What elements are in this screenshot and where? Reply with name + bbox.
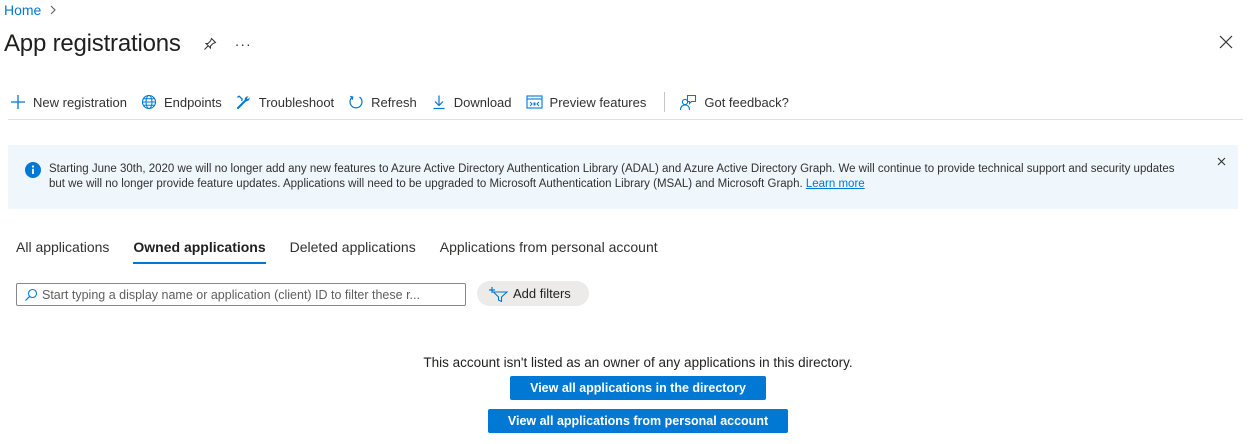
add-filters-label: Add filters	[513, 286, 571, 301]
command-bar: New registration Endpoints Troubleshoot …	[10, 88, 803, 116]
tab-all-applications[interactable]: All applications	[16, 236, 109, 264]
plus-icon	[11, 95, 25, 109]
feedback-icon	[680, 94, 697, 110]
close-icon	[1217, 157, 1226, 166]
endpoints-button[interactable]: Endpoints	[141, 88, 222, 116]
refresh-button[interactable]: Refresh	[348, 88, 417, 116]
empty-state-message: This account isn't listed as an owner of…	[423, 355, 853, 370]
add-filters-button[interactable]: Add filters	[477, 281, 589, 306]
learn-more-link[interactable]: Learn more	[806, 178, 865, 190]
pin-icon[interactable]	[203, 37, 217, 51]
breadcrumb: Home	[4, 1, 57, 19]
wrench-icon	[236, 95, 250, 109]
tab-owned-applications[interactable]: Owned applications	[133, 236, 266, 264]
new-registration-button[interactable]: New registration	[10, 88, 127, 116]
feedback-button[interactable]: Got feedback?	[679, 88, 789, 116]
preview-icon	[525, 95, 543, 109]
feedback-label: Got feedback?	[704, 94, 789, 110]
new-registration-label: New registration	[33, 94, 127, 110]
globe-icon	[141, 94, 156, 110]
download-label: Download	[453, 94, 512, 110]
banner-dismiss-button[interactable]	[1217, 157, 1226, 166]
troubleshoot-label: Troubleshoot	[258, 94, 335, 110]
close-icon	[1219, 35, 1233, 49]
endpoints-label: Endpoints	[163, 94, 222, 110]
close-button[interactable]	[1217, 33, 1235, 51]
view-personal-applications-button[interactable]: View all applications from personal acco…	[488, 409, 788, 433]
preview-features-label: Preview features	[549, 94, 647, 110]
troubleshoot-button[interactable]: Troubleshoot	[236, 88, 334, 116]
tab-personal-applications[interactable]: Applications from personal account	[440, 236, 658, 264]
filter-search-input[interactable]	[42, 287, 465, 302]
view-directory-applications-button[interactable]: View all applications in the directory	[510, 376, 766, 400]
search-icon	[25, 288, 38, 301]
add-filter-icon	[489, 286, 508, 302]
page-title: App registrations	[4, 30, 181, 57]
tab-deleted-applications[interactable]: Deleted applications	[290, 236, 416, 264]
toolbar-divider	[8, 119, 1243, 120]
download-button[interactable]: Download	[431, 88, 512, 116]
info-icon	[25, 162, 41, 178]
more-options-button[interactable]: ···	[235, 36, 252, 52]
title-actions: ···	[203, 36, 252, 52]
banner-text: Starting June 30th, 2020 we will no long…	[49, 163, 1175, 190]
preview-features-button[interactable]: Preview features	[525, 88, 647, 116]
info-banner: Starting June 30th, 2020 we will no long…	[8, 145, 1238, 209]
chevron-right-icon	[49, 5, 57, 15]
filter-search-box	[16, 283, 466, 306]
app-tabs: All applications Owned applications Dele…	[16, 236, 682, 264]
refresh-label: Refresh	[371, 94, 417, 110]
toolbar-separator	[664, 92, 666, 112]
refresh-icon	[349, 95, 363, 109]
download-icon	[433, 95, 445, 110]
breadcrumb-home-link[interactable]: Home	[4, 2, 41, 18]
title-row: App registrations ···	[4, 28, 252, 60]
